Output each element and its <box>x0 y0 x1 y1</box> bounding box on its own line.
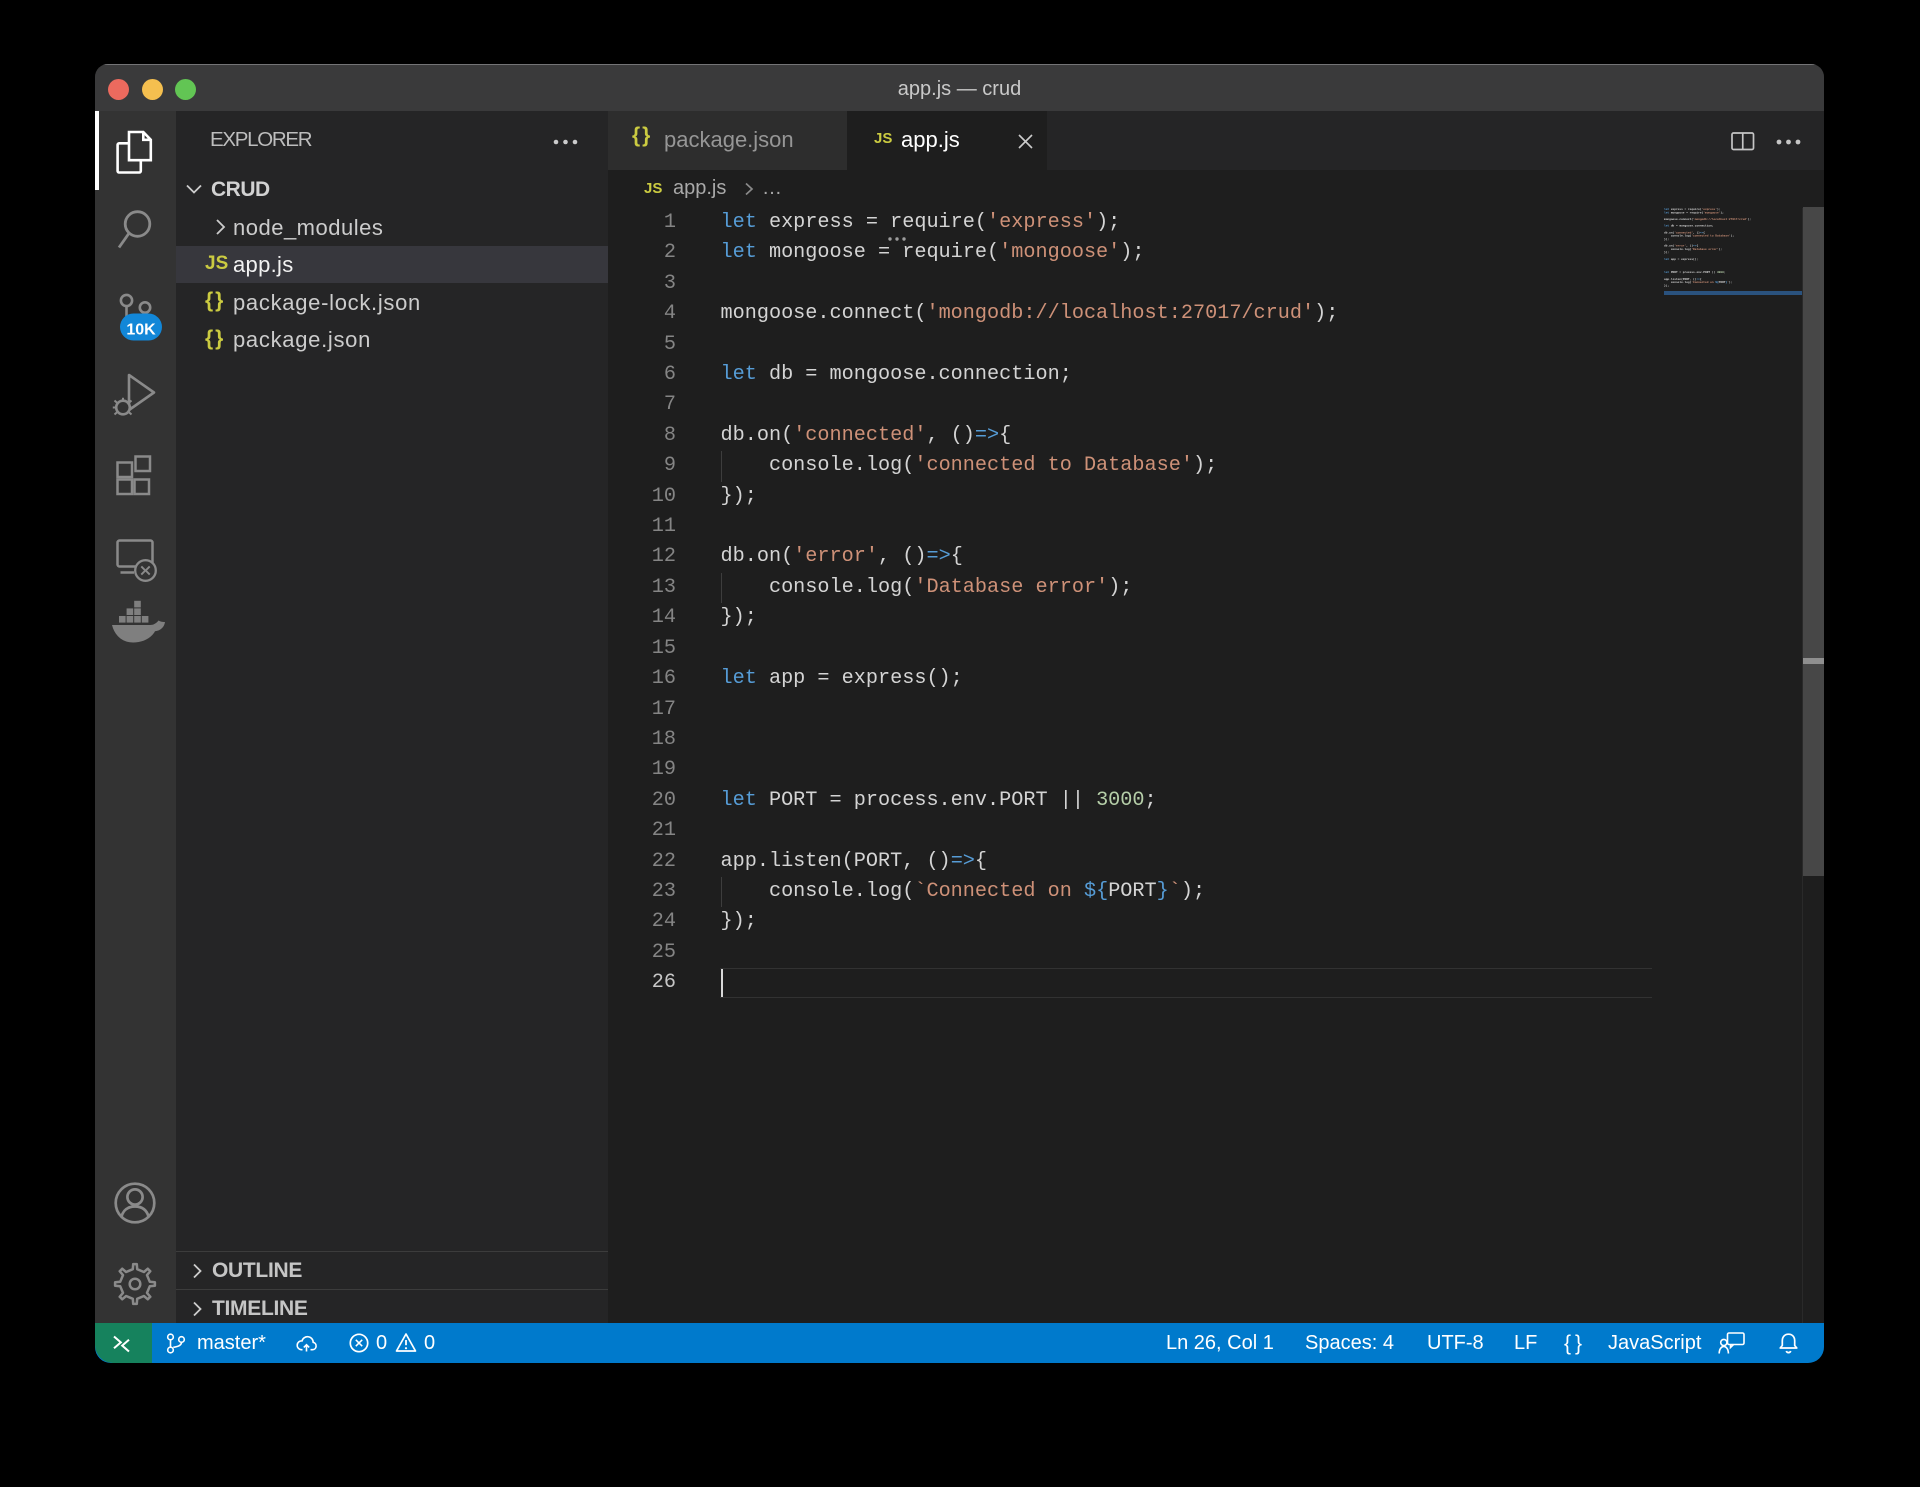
svg-text:10K: 10K <box>126 322 156 339</box>
